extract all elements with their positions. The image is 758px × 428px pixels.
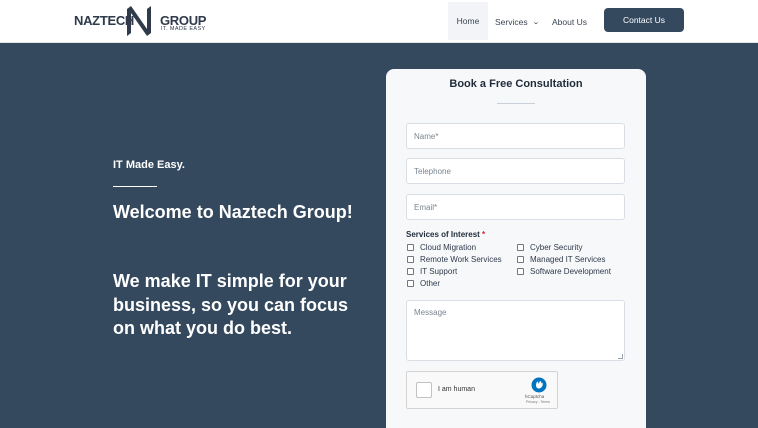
telephone-input[interactable] xyxy=(406,158,625,184)
checkbox-box[interactable] xyxy=(407,268,414,275)
nav-home[interactable]: Home xyxy=(448,2,488,40)
checkbox-label: Managed IT Services xyxy=(530,255,606,264)
checkbox-other[interactable]: Other xyxy=(407,279,440,288)
form-title-divider xyxy=(497,103,535,104)
checkbox-label: Other xyxy=(420,279,441,288)
hero-divider xyxy=(113,186,157,187)
checkbox-box[interactable] xyxy=(407,256,414,263)
logo-tagline: IT. MADE EASY xyxy=(161,26,206,32)
hero-title: Welcome to Naztech Group! xyxy=(113,202,353,222)
nav-home-label: Home xyxy=(456,16,480,26)
checkbox-managed-it-services[interactable]: Managed IT Services xyxy=(517,255,605,264)
checkbox-label: Cloud Migration xyxy=(420,243,477,252)
checkbox-box[interactable] xyxy=(407,244,414,251)
hcaptcha-logo-icon xyxy=(531,377,547,393)
hero-subtitle: We make IT simple for your business, so … xyxy=(113,271,349,338)
nav-about-label: About Us xyxy=(552,16,587,27)
checkbox-label: Software Development xyxy=(530,267,611,276)
checkbox-software-development[interactable]: Software Development xyxy=(517,267,611,276)
checkbox-box[interactable] xyxy=(407,280,414,287)
contact-us-button[interactable]: Contact Us xyxy=(604,8,684,32)
captcha-links[interactable]: Privacy - Terms xyxy=(526,400,550,404)
checkbox-box[interactable] xyxy=(517,244,524,251)
nav-services-label: Services xyxy=(495,16,528,27)
consultation-form-card: Book a Free Consultation Services of Int… xyxy=(386,69,646,428)
checkbox-remote-work-services[interactable]: Remote Work Services xyxy=(407,255,502,264)
checkbox-box[interactable] xyxy=(517,268,524,275)
captcha-label: I am human xyxy=(438,386,475,393)
captcha-brand: hCaptcha xyxy=(525,394,545,399)
chevron-down-icon: ⌄ xyxy=(531,18,540,26)
email-input[interactable] xyxy=(406,194,625,220)
checkbox-box[interactable] xyxy=(517,256,524,263)
services-label-text: Services of Interest xyxy=(406,230,480,239)
captcha-checkbox[interactable] xyxy=(416,382,432,398)
checkbox-it-support[interactable]: IT Support xyxy=(407,267,457,276)
name-input[interactable] xyxy=(406,123,625,149)
logo[interactable]: NAZTECH GROUP IT. MADE EASY xyxy=(74,5,206,37)
required-mark: * xyxy=(482,230,486,239)
checkbox-cyber-security[interactable]: Cyber Security xyxy=(517,243,582,252)
logo-n-mark-icon xyxy=(127,6,151,36)
form-title: Book a Free Consultation xyxy=(449,78,583,90)
checkbox-label: Remote Work Services xyxy=(420,255,502,264)
resize-handle-icon[interactable] xyxy=(618,354,623,359)
checkbox-label: Cyber Security xyxy=(530,243,583,252)
hero-tagline: IT Made Easy. xyxy=(113,159,185,171)
services-label: Services of Interest * xyxy=(406,230,485,239)
message-textarea[interactable] xyxy=(406,300,625,361)
nav-services[interactable]: Services ⌄ xyxy=(495,0,540,43)
nav-about[interactable]: About Us xyxy=(552,0,587,43)
checkbox-label: IT Support xyxy=(420,267,458,276)
site-header: NAZTECH GROUP IT. MADE EASY Home Service… xyxy=(0,0,758,43)
hcaptcha-widget: I am human hCaptcha Privacy - Terms xyxy=(406,371,558,409)
checkbox-cloud-migration[interactable]: Cloud Migration xyxy=(407,243,476,252)
